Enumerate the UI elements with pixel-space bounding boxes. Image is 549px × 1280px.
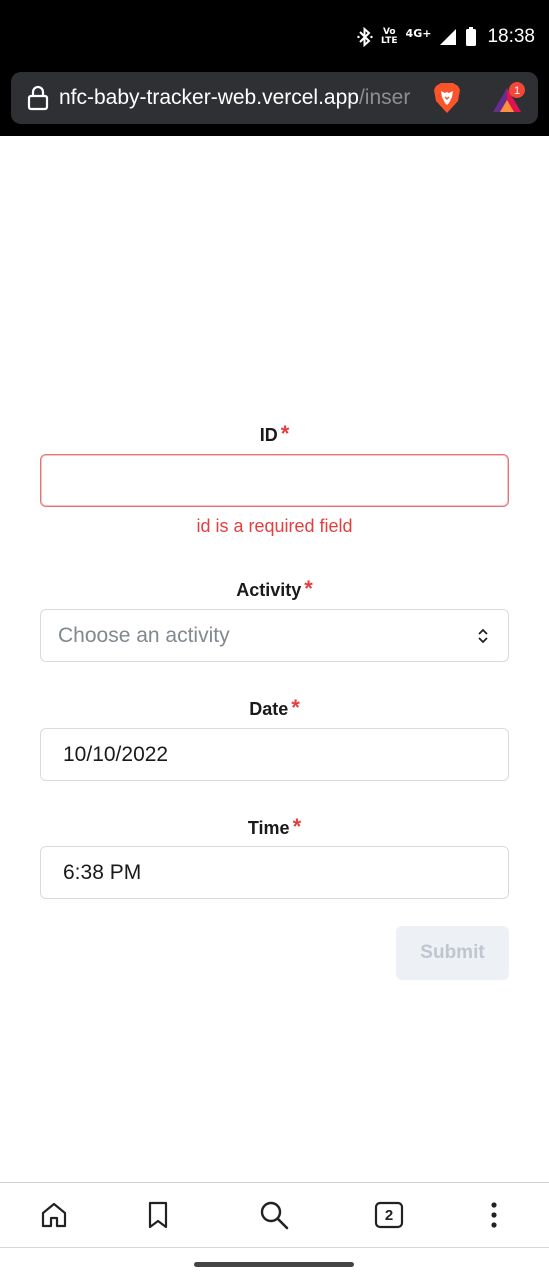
time-label-text: Time (247, 818, 290, 838)
address-bar[interactable]: nfc-baby-tracker-web.vercel.app/inser 1 (11, 72, 538, 124)
brave-rewards-icon[interactable]: 1 (491, 81, 527, 120)
tab-count: 2 (384, 1206, 394, 1224)
url-host: nfc-baby-tracker-web.vercel.app (59, 86, 359, 109)
time-input[interactable]: 6:38 PM (40, 846, 509, 899)
submit-button[interactable]: Submit (396, 926, 509, 980)
signal-icon (439, 28, 457, 46)
date-input[interactable]: 10/10/2022 (40, 728, 509, 781)
id-label: ID * (0, 421, 549, 447)
browser-toolbar: nfc-baby-tracker-web.vercel.app/inser 1 (0, 62, 549, 136)
tabs-icon[interactable]: 2 (373, 1199, 405, 1231)
status-icons: Vo LTE 4G+ 18:38 (357, 24, 535, 50)
network-type: 4G+ (405, 26, 432, 40)
required-marker: * (291, 695, 300, 720)
activity-label-text: Activity (236, 580, 302, 600)
id-label-text: ID (259, 425, 278, 445)
date-label-text: Date (249, 699, 289, 719)
bluetooth-icon (357, 27, 373, 47)
required-marker: * (280, 421, 290, 446)
home-icon[interactable] (38, 1199, 70, 1231)
id-error-message: id is a required field (196, 516, 353, 536)
volte-icon: Vo LTE (381, 28, 398, 46)
time-label: Time * (0, 814, 549, 840)
brave-shield-icon[interactable] (432, 81, 462, 120)
lock-icon[interactable] (27, 85, 49, 116)
date-label: Date * (0, 695, 549, 721)
search-icon[interactable] (258, 1199, 290, 1231)
id-input[interactable] (40, 454, 509, 507)
bookmark-icon[interactable] (142, 1199, 174, 1231)
status-clock: 18:38 (487, 26, 535, 47)
required-marker: * (304, 576, 313, 601)
battery-icon (465, 27, 477, 47)
more-icon[interactable] (478, 1199, 510, 1231)
activity-label: Activity * (0, 576, 549, 602)
chevron-up-down-icon (476, 627, 490, 651)
url-text[interactable]: nfc-baby-tracker-web.vercel.app/inser (59, 85, 421, 111)
gesture-home-indicator[interactable] (194, 1262, 354, 1267)
volte-line2: LTE (381, 36, 398, 46)
rewards-badge-count: 1 (514, 85, 520, 97)
activity-select[interactable]: Choose an activity (40, 609, 509, 662)
activity-placeholder: Choose an activity (58, 623, 230, 647)
bottom-toolbar: 2 (0, 1182, 549, 1248)
url-path: /inser (358, 86, 411, 109)
required-marker: * (292, 814, 302, 839)
